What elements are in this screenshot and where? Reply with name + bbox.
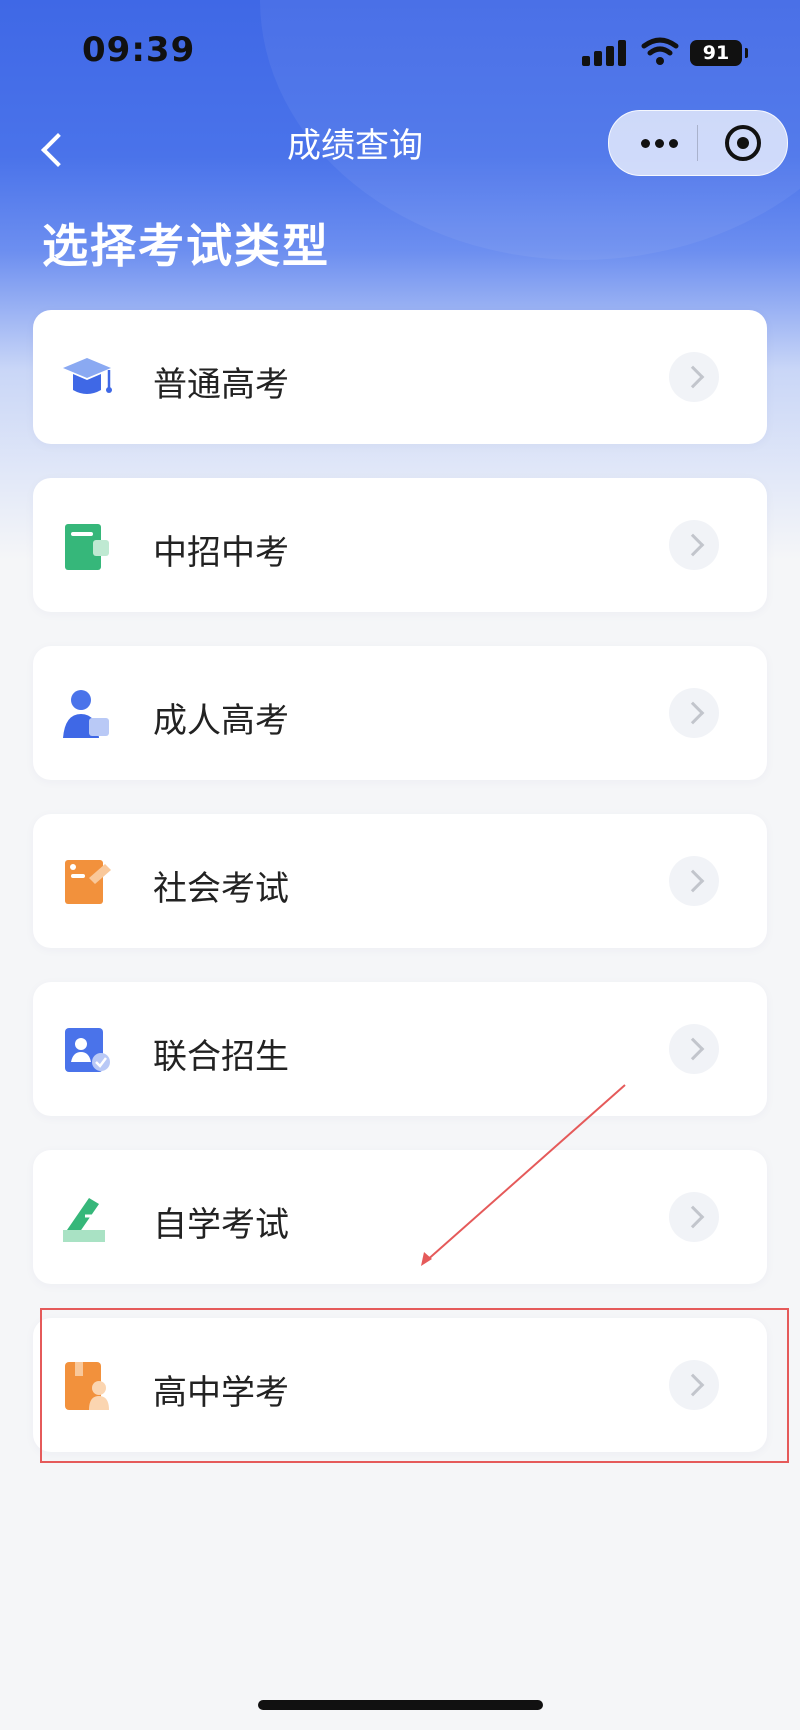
id-card-check-icon [65, 1028, 110, 1072]
adult-user-icon [63, 690, 109, 738]
page-title: 选择考试类型 [42, 219, 330, 273]
signal-icon [582, 38, 628, 66]
capsule-divider [697, 125, 698, 161]
school-bag-icon [65, 1362, 109, 1410]
exam-type-card[interactable]: 社会考试 [33, 814, 767, 948]
close-target-icon[interactable] [725, 125, 761, 161]
exam-type-card[interactable]: 高中学考 [33, 1318, 767, 1452]
wifi-icon [641, 37, 679, 65]
exam-type-label: 联合招生 [153, 1037, 289, 1077]
home-indicator [258, 1700, 543, 1710]
pen-ticket-icon [63, 1198, 105, 1242]
graduation-cap-icon [63, 358, 112, 394]
exam-type-label: 中招中考 [153, 533, 289, 573]
exam-type-card[interactable]: 自学考试 [33, 1150, 767, 1284]
exam-type-label: 自学考试 [153, 1205, 289, 1245]
chevron-right-icon [669, 1192, 719, 1242]
chevron-right-icon [669, 352, 719, 402]
chevron-right-icon [669, 520, 719, 570]
more-dots-icon[interactable] [641, 127, 689, 159]
exam-type-label: 高中学考 [153, 1373, 289, 1413]
chevron-right-icon [669, 1360, 719, 1410]
battery-icon: 91 [690, 40, 748, 66]
exam-type-card[interactable]: 普通高考 [33, 310, 767, 444]
chevron-right-icon [669, 688, 719, 738]
chevron-right-icon [669, 856, 719, 906]
exam-type-card[interactable]: 联合招生 [33, 982, 767, 1116]
status-time: 09:39 [82, 30, 196, 70]
mini-program-capsule[interactable] [608, 110, 788, 176]
header-background [0, 0, 800, 560]
chevron-right-icon [669, 1024, 719, 1074]
exam-type-card[interactable]: 中招中考 [33, 478, 767, 612]
notebook-icon [65, 524, 109, 570]
exam-type-label: 社会考试 [153, 869, 289, 909]
certificate-icon [65, 860, 111, 904]
exam-type-label: 普通高考 [153, 365, 289, 405]
exam-type-card[interactable]: 成人高考 [33, 646, 767, 780]
nav-title: 成绩查询 [287, 126, 423, 166]
exam-type-label: 成人高考 [153, 701, 289, 741]
